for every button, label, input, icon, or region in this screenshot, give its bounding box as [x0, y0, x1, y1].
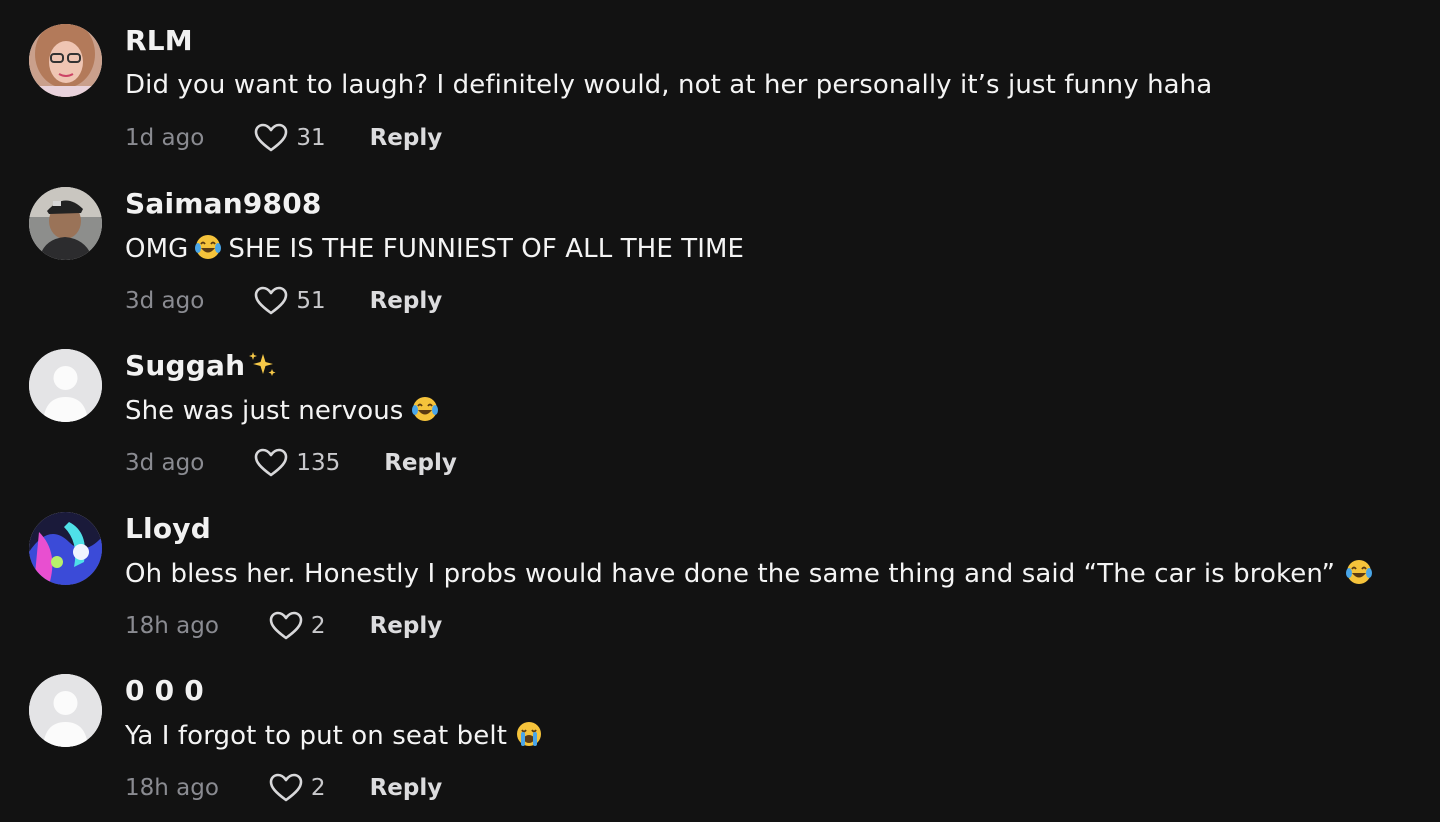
reply-button[interactable]: Reply [370, 125, 443, 151]
heart-outline-icon [255, 123, 288, 152]
reply-button[interactable]: Reply [370, 288, 443, 314]
tears-of-joy-emoji-icon [195, 235, 222, 259]
timestamp: 18h ago [125, 775, 219, 801]
heart-outline-icon [269, 611, 303, 640]
comment-item: Lloyd Oh bless her. Honestly I probs wou… [0, 488, 1440, 650]
avatar[interactable] [29, 512, 102, 585]
like-button[interactable]: 31 [254, 123, 326, 153]
like-count: 135 [296, 450, 341, 476]
reply-button[interactable]: Reply [370, 775, 443, 801]
comment-meta: 18h ago 2 Reply [125, 608, 442, 644]
like-count: 2 [310, 613, 326, 639]
tears-of-joy-emoji-icon [1346, 560, 1373, 584]
comment-text-part: OMG [125, 234, 189, 264]
like-button[interactable]: 2 [269, 611, 326, 641]
like-button[interactable]: 2 [269, 773, 326, 803]
username[interactable]: 0 0 0 [125, 674, 204, 707]
username[interactable]: Lloyd [125, 512, 211, 545]
avatar[interactable] [29, 349, 102, 422]
sparkles-emoji-icon [249, 352, 276, 376]
username[interactable]: Suggah [125, 349, 277, 382]
timestamp: 3d ago [125, 450, 205, 476]
timestamp: 3d ago [125, 288, 205, 314]
like-button[interactable]: 51 [254, 286, 326, 316]
comment-text: Did you want to laugh? I definitely woul… [125, 70, 1213, 100]
reply-button[interactable]: Reply [384, 450, 457, 476]
avatar[interactable] [29, 674, 102, 747]
tears-of-joy-emoji-icon [412, 397, 439, 421]
timestamp: 18h ago [125, 613, 219, 639]
comment-item: RLM Did you want to laugh? I definitely … [0, 0, 1440, 162]
avatar[interactable] [29, 24, 102, 97]
reply-button[interactable]: Reply [370, 613, 443, 639]
loudly-crying-emoji-icon [517, 722, 542, 746]
comment-item: Suggah She was just nervous 3d ago 135 R… [0, 325, 1440, 487]
like-count: 2 [310, 775, 326, 801]
like-count: 31 [296, 125, 326, 151]
comment-text-part: SHE IS THE FUNNIEST OF ALL THE TIME [228, 234, 745, 264]
like-count: 51 [296, 288, 326, 314]
like-button[interactable]: 135 [254, 448, 340, 478]
username[interactable]: Saiman9808 [125, 187, 322, 220]
comment-text-part: Ya I forgot to put on seat belt [125, 721, 508, 751]
comment-text: She was just nervous [125, 395, 439, 426]
comment-meta: 3d ago 51 Reply [125, 283, 442, 319]
comment-text: Ya I forgot to put on seat belt [125, 720, 543, 751]
comment-meta: 3d ago 135 Reply [125, 445, 457, 481]
heart-outline-icon [255, 448, 288, 477]
username-text: Suggah [125, 349, 246, 382]
timestamp: 1d ago [125, 125, 205, 151]
comment-text-part: She was just nervous [125, 396, 404, 426]
comment-text: Oh bless her. Honestly I probs would hav… [125, 558, 1373, 589]
heart-outline-icon [255, 286, 288, 315]
avatar[interactable] [29, 187, 102, 260]
username[interactable]: RLM [125, 24, 193, 57]
comment-text-part: Oh bless her. Honestly I probs would hav… [125, 559, 1336, 589]
comment-text: OMG SHE IS THE FUNNIEST OF ALL THE TIME [125, 233, 744, 264]
comment-meta: 18h ago 2 Reply [125, 770, 442, 806]
comment-meta: 1d ago 31 Reply [125, 120, 442, 156]
comment-item: 0 0 0 Ya I forgot to put on seat belt 18… [0, 650, 1440, 812]
heart-outline-icon [269, 773, 303, 802]
comment-item: Saiman9808 OMG SHE IS THE FUNNIEST OF AL… [0, 163, 1440, 325]
